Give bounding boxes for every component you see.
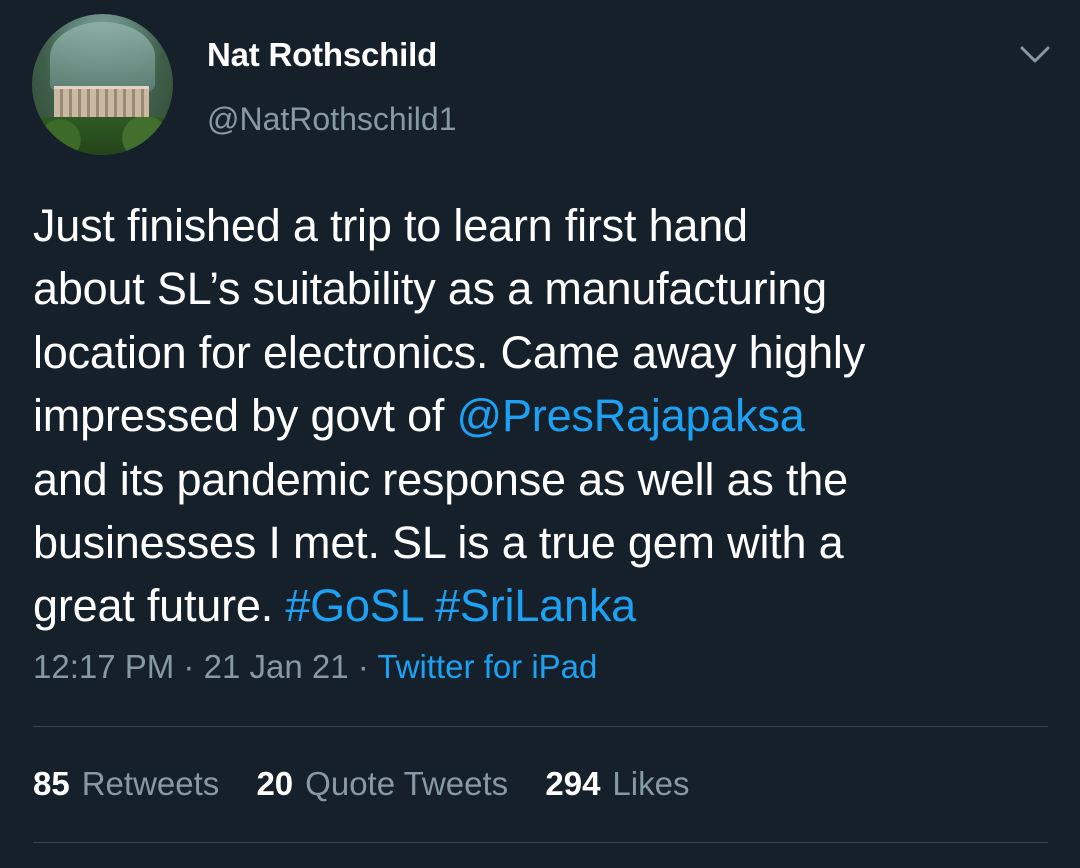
avatar[interactable] xyxy=(32,14,173,155)
tweet-text-segment: great future. xyxy=(33,580,286,632)
quote-tweets-count: 20 xyxy=(256,765,294,802)
retweets-label: Retweets xyxy=(81,765,220,802)
meta-separator: · xyxy=(357,648,369,685)
tweet-text-line: great future. #GoSL #SriLanka xyxy=(33,574,1043,637)
tweet-text-line: businesses I met. SL is a true gem with … xyxy=(33,511,1043,574)
meta-separator: · xyxy=(183,648,195,685)
divider xyxy=(33,842,1048,843)
mention-link[interactable]: @PresRajapaksa xyxy=(457,390,805,441)
tweet-meta: 12:17 PM · 21 Jan 21 · Twitter for iPad xyxy=(33,648,597,686)
tweet-date[interactable]: 21 Jan 21 xyxy=(204,648,349,685)
hashtag-link[interactable]: #SriLanka xyxy=(435,580,636,631)
tweet-text-line: location for electronics. Came away high… xyxy=(33,321,1043,384)
chevron-down-icon[interactable] xyxy=(1018,40,1052,68)
tweet-text-segment: impressed by govt of xyxy=(33,390,457,442)
tweet-text-segment: Just finished a trip to learn first hand xyxy=(33,200,748,251)
tweet-text: Just finished a trip to learn first hand… xyxy=(33,194,1043,638)
likes-count: 294 xyxy=(545,765,601,802)
quote-tweets-label: Quote Tweets xyxy=(305,765,509,802)
likes-stat[interactable]: 294 Likes xyxy=(545,765,689,802)
tweet-text-line: impressed by govt of @PresRajapaksa xyxy=(33,384,1043,447)
tweet-text-line: and its pandemic response as well as the xyxy=(33,448,1043,511)
retweets-stat[interactable]: 85 Retweets xyxy=(33,765,219,802)
hashtag-link[interactable]: #GoSL xyxy=(285,580,423,631)
tweet-source-link[interactable]: Twitter for iPad xyxy=(377,648,597,685)
retweets-count: 85 xyxy=(33,765,70,802)
tweet-text-line: Just finished a trip to learn first hand xyxy=(33,194,1043,257)
tweet-text-segment: location for electronics. Came away high… xyxy=(33,326,865,378)
avatar-trees xyxy=(32,117,173,155)
tweet-stats: 85 Retweets 20 Quote Tweets 294 Likes xyxy=(33,765,717,803)
quote-tweets-stat[interactable]: 20 Quote Tweets xyxy=(256,765,508,802)
user-handle[interactable]: @NatRothschild1 xyxy=(207,101,456,138)
tweet-text-segment: and its pandemic response as well as the xyxy=(33,453,848,505)
tweet-time[interactable]: 12:17 PM xyxy=(33,648,174,685)
divider xyxy=(33,726,1048,727)
tweet-text-segment: businesses I met. SL is a true gem with … xyxy=(33,517,844,569)
tweet-text-segment: about SL’s suitability as a manufacturin… xyxy=(33,263,827,315)
tweet-detail: Nat Rothschild @NatRothschild1 Just fini… xyxy=(0,0,1080,868)
display-name[interactable]: Nat Rothschild xyxy=(207,36,437,74)
avatar-dome xyxy=(50,22,155,92)
tweet-text-segment xyxy=(423,580,435,631)
likes-label: Likes xyxy=(612,765,690,802)
tweet-text-line: about SL’s suitability as a manufacturin… xyxy=(33,257,1043,320)
